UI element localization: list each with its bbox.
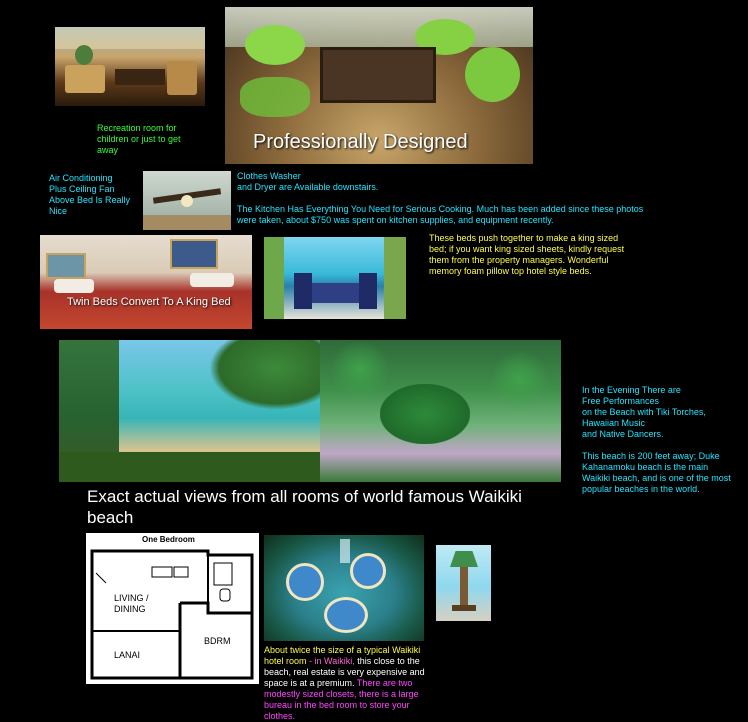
beds-photo: Twin Beds Convert To A King Bed bbox=[40, 235, 252, 329]
beach-photo bbox=[59, 340, 321, 482]
floor-plan: One Bedroom LIVING / DINING BDRM LANAI bbox=[86, 533, 259, 684]
floor-plan-bdrm-label: BDRM bbox=[204, 636, 231, 646]
table-setting-photo bbox=[264, 535, 424, 641]
aircon-line-3: Above Bed Is Really Nice bbox=[49, 195, 131, 216]
beds-photo-overlay: Twin Beds Convert To A King Bed bbox=[67, 296, 231, 308]
evening-line-5: and Native Dancers. bbox=[582, 429, 664, 439]
floor-plan-title: One Bedroom bbox=[142, 535, 195, 544]
size-caption: About twice the size of a typical Waikik… bbox=[264, 645, 427, 722]
patio-photo: Professionally Designed bbox=[225, 7, 533, 164]
views-heading: Exact actual views from all rooms of wor… bbox=[87, 487, 522, 527]
washer-line-1: Clothes Washer bbox=[237, 171, 301, 181]
aircon-caption: Air Conditioning Plus Ceiling Fan Above … bbox=[49, 173, 149, 217]
evening-line-4: Hawaiian Music bbox=[582, 418, 646, 428]
evening-caption: In the Evening There are Free Performanc… bbox=[582, 385, 732, 495]
floor-plan-living-label: LIVING / DINING bbox=[114, 593, 149, 615]
floor-plan-lanai-label: LANAI bbox=[114, 650, 141, 660]
floor-plan-dining-line: DINING bbox=[114, 604, 146, 614]
aircon-line-2: Plus Ceiling Fan bbox=[49, 184, 115, 194]
evening-line-2: Free Performances bbox=[582, 396, 660, 406]
floor-plan-living-line: LIVING / bbox=[114, 593, 149, 603]
washer-kitchen-caption: Clothes Washer and Dryer are Available d… bbox=[237, 171, 657, 226]
kitchen-text: The Kitchen Has Everything You Need for … bbox=[237, 204, 644, 225]
ceiling-fan-photo bbox=[143, 171, 231, 230]
evening-performance-photo bbox=[320, 340, 561, 482]
recreation-caption: Recreation room for children or just to … bbox=[97, 123, 181, 155]
patio-photo-overlay: Professionally Designed bbox=[253, 131, 468, 153]
ocean-dining-photo bbox=[264, 237, 406, 319]
washer-line-2: and Dryer are Available downstairs. bbox=[237, 182, 379, 192]
evening-line-1: In the Evening There are bbox=[582, 385, 681, 395]
size-text-part-2: - in Waikiki, bbox=[306, 656, 355, 666]
recreation-room-photo bbox=[55, 27, 205, 106]
beach-distance-text: This beach is 200 feet away; Duke Kahana… bbox=[582, 451, 731, 494]
lamp-photo bbox=[436, 545, 491, 621]
aircon-line-1: Air Conditioning bbox=[49, 173, 113, 183]
evening-line-3: on the Beach with Tiki Torches, bbox=[582, 407, 706, 417]
beds-caption: These beds push together to make a king … bbox=[429, 233, 625, 276]
